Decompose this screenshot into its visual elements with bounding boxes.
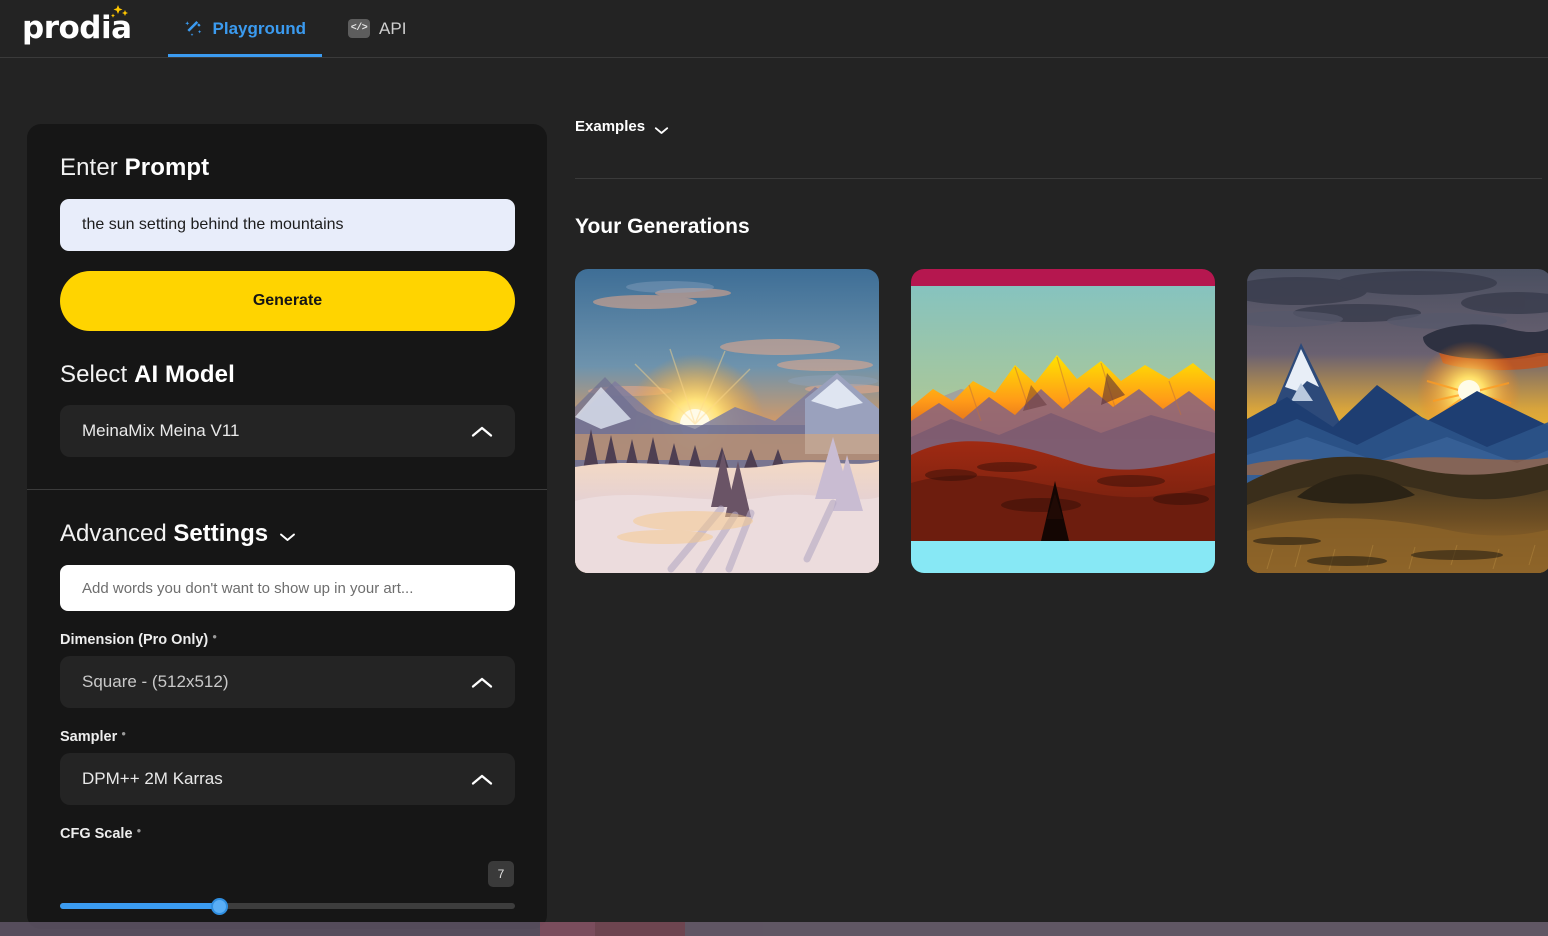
tab-playground-label: Playground <box>212 18 307 38</box>
info-icon-cfg[interactable]: ● <box>137 827 142 835</box>
examples-label: Examples <box>575 118 646 135</box>
sparkle-icon <box>100 4 130 22</box>
advanced-settings-section: Advanced Settings Dimension (Pro Only) ●… <box>27 520 547 915</box>
tab-api[interactable]: </> API <box>332 0 422 57</box>
main-content: Examples Your Generations <box>575 58 1548 936</box>
prompt-section: Enter Prompt Generate Select AI Model Me… <box>27 124 547 457</box>
dimension-label: Dimension (Pro Only) ● <box>60 632 514 648</box>
panel-divider <box>27 489 547 490</box>
settings-panel: Enter Prompt Generate Select AI Model Me… <box>27 124 547 929</box>
top-navigation-bar: prodia Playground </> API <box>0 0 1548 58</box>
negative-prompt-input[interactable] <box>60 565 515 611</box>
prompt-input[interactable] <box>60 199 515 251</box>
cfg-scale-label-text: CFG Scale <box>60 826 133 842</box>
chevron-up-icon <box>471 773 493 786</box>
dimension-label-text: Dimension (Pro Only) <box>60 632 209 648</box>
examples-toggle[interactable]: Examples <box>575 118 669 135</box>
page-body: Enter Prompt Generate Select AI Model Me… <box>0 58 1548 936</box>
sampler-select[interactable]: DPM++ 2M Karras <box>60 753 515 805</box>
main-nav: Playground </> API <box>167 0 423 57</box>
alpenglow-mountain-range-image <box>911 269 1215 573</box>
sampler-value: DPM++ 2M Karras <box>82 769 223 788</box>
generation-card[interactable] <box>575 269 879 573</box>
your-generations-title: Your Generations <box>575 215 750 238</box>
code-brackets-icon: </> <box>348 19 371 38</box>
cfg-scale-slider[interactable] <box>60 897 515 915</box>
chevron-down-icon <box>654 122 669 134</box>
info-icon-sampler[interactable]: ● <box>121 730 126 738</box>
info-icon-dimension[interactable]: ● <box>212 633 217 641</box>
cfg-slider-thumb[interactable] <box>210 897 228 915</box>
generation-card[interactable] <box>1247 269 1548 573</box>
advanced-title-bold: Settings <box>173 520 269 547</box>
taskbar-segment <box>540 922 595 936</box>
blue-ridge-sunburst-image <box>1247 269 1548 573</box>
chevron-up-icon <box>471 676 493 689</box>
sampler-label-text: Sampler <box>60 729 118 745</box>
snowy-valley-sunset-image <box>575 269 879 573</box>
taskbar-segment <box>0 922 540 936</box>
cfg-value-row: 7 <box>60 861 514 897</box>
dimension-value: Square - (512x512) <box>82 672 229 691</box>
prompt-title-light: Enter <box>60 154 125 181</box>
model-title-light: Select <box>60 361 135 388</box>
prompt-title-bold: Prompt <box>124 154 210 181</box>
tab-api-label: API <box>379 18 407 38</box>
model-section-title: Select AI Model <box>60 361 514 389</box>
content-divider <box>575 178 1542 179</box>
chevron-up-icon <box>471 425 493 438</box>
prompt-section-title: Enter Prompt <box>60 154 514 182</box>
generations-gallery <box>575 269 1548 573</box>
cfg-value-badge: 7 <box>488 861 514 887</box>
ai-model-value: MeinaMix Meina V11 <box>82 421 240 440</box>
dimension-select[interactable]: Square - (512x512) <box>60 656 515 708</box>
cfg-slider-fill <box>60 903 220 909</box>
settings-sidebar: Enter Prompt Generate Select AI Model Me… <box>0 58 575 936</box>
tab-playground[interactable]: Playground <box>167 0 323 57</box>
sampler-label: Sampler ● <box>60 729 514 745</box>
advanced-title-light: Advanced <box>60 520 174 547</box>
generate-button[interactable]: Generate <box>60 271 515 331</box>
ai-model-select[interactable]: MeinaMix Meina V11 <box>60 405 515 457</box>
advanced-title: Advanced Settings <box>60 520 268 548</box>
taskbar-segment <box>595 922 685 936</box>
chevron-down-icon <box>279 529 296 541</box>
magic-wand-icon <box>184 19 204 39</box>
os-taskbar-strip <box>0 922 1548 936</box>
advanced-settings-header[interactable]: Advanced Settings <box>60 520 514 548</box>
generation-card[interactable] <box>911 269 1215 573</box>
prodia-logo[interactable]: prodia <box>22 0 168 57</box>
model-title-bold: AI Model <box>134 361 235 388</box>
cfg-scale-label: CFG Scale ● <box>60 826 514 842</box>
